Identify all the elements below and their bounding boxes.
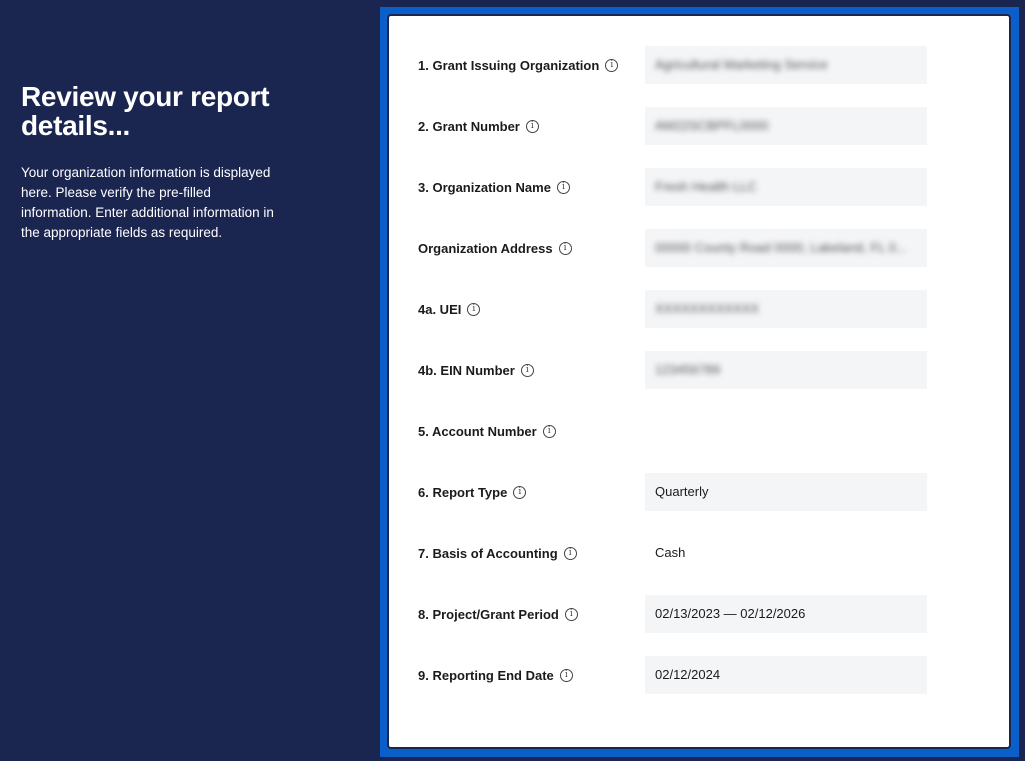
field-value: Cash bbox=[655, 545, 686, 560]
field-value: Quarterly bbox=[655, 484, 709, 499]
field-label: 4a. UEI bbox=[418, 302, 462, 317]
info-icon[interactable]: i bbox=[525, 120, 539, 133]
field-label: 2. Grant Number bbox=[418, 119, 520, 134]
field-value: 123456789 bbox=[655, 362, 721, 377]
field-label-wrap: 5. Account Number i bbox=[418, 424, 556, 439]
info-icon[interactable]: i bbox=[513, 486, 527, 499]
field-label-wrap: 4b. EIN Number i bbox=[418, 363, 534, 378]
field-label-wrap: 1. Grant Issuing Organization i bbox=[418, 58, 619, 73]
field-label-wrap: 7. Basis of Accounting i bbox=[418, 546, 577, 561]
field-row-report-type: 6. Report Type i Quarterly bbox=[389, 473, 1009, 513]
page-title: Review your report details... bbox=[21, 81, 270, 141]
field-label: Organization Address bbox=[418, 241, 553, 256]
info-icon[interactable]: i bbox=[564, 608, 578, 621]
account-number-field[interactable] bbox=[645, 412, 927, 450]
field-row-uei: 4a. UEI i XXXXXXXXXXXX bbox=[389, 290, 1009, 330]
info-icon[interactable]: i bbox=[605, 59, 619, 72]
field-label: 1. Grant Issuing Organization bbox=[418, 58, 600, 73]
field-label-wrap: Organization Address i bbox=[418, 241, 572, 256]
grant-issuing-organization-field[interactable]: Agricultural Marketing Service bbox=[645, 46, 927, 84]
field-label-wrap: 9. Reporting End Date i bbox=[418, 668, 573, 683]
grant-number-field[interactable]: AM22SCBPFL0000 bbox=[645, 107, 927, 145]
info-icon[interactable]: i bbox=[556, 181, 570, 194]
field-label-wrap: 3. Organization Name i bbox=[418, 180, 570, 195]
field-row-account-number: 5. Account Number i bbox=[389, 412, 1009, 452]
uei-field[interactable]: XXXXXXXXXXXX bbox=[645, 290, 927, 328]
field-row-ein-number: 4b. EIN Number i 123456789 bbox=[389, 351, 1009, 391]
field-label-wrap: 8. Project/Grant Period i bbox=[418, 607, 578, 622]
field-label: 7. Basis of Accounting bbox=[418, 546, 558, 561]
field-row-organization-name: 3. Organization Name i Fresh Health LLC bbox=[389, 168, 1009, 208]
reporting-end-date-field[interactable]: 02/12/2024 bbox=[645, 656, 927, 694]
field-value: Fresh Health LLC bbox=[655, 179, 757, 194]
info-icon[interactable]: i bbox=[559, 669, 573, 682]
field-label: 8. Project/Grant Period bbox=[418, 607, 559, 622]
field-row-reporting-end-date: 9. Reporting End Date i 02/12/2024 bbox=[389, 656, 1009, 696]
field-value: 02/13/2023 — 02/12/2026 bbox=[655, 606, 806, 621]
field-row-project-grant-period: 8. Project/Grant Period i 02/13/2023 — 0… bbox=[389, 595, 1009, 635]
info-icon[interactable]: i bbox=[558, 242, 572, 255]
field-value: 02/12/2024 bbox=[655, 667, 721, 682]
field-value: XXXXXXXXXXXX bbox=[655, 301, 760, 316]
ein-number-field[interactable]: 123456789 bbox=[645, 351, 927, 389]
info-icon[interactable]: i bbox=[563, 547, 577, 560]
info-icon[interactable]: i bbox=[520, 364, 534, 377]
field-value: 00000 County Road 0000, Lakeland, FL 0..… bbox=[655, 240, 907, 255]
basis-of-accounting-field[interactable]: Cash bbox=[645, 534, 927, 572]
field-label: 9. Reporting End Date bbox=[418, 668, 554, 683]
page-description: Your organization information is display… bbox=[21, 165, 274, 240]
report-details-card: 1. Grant Issuing Organization i Agricult… bbox=[387, 14, 1011, 749]
organization-address-field[interactable]: 00000 County Road 0000, Lakeland, FL 0..… bbox=[645, 229, 927, 267]
field-value: Agricultural Marketing Service bbox=[655, 57, 828, 72]
field-label: 4b. EIN Number bbox=[418, 363, 515, 378]
field-label: 3. Organization Name bbox=[418, 180, 551, 195]
field-row-grant-issuing-organization: 1. Grant Issuing Organization i Agricult… bbox=[389, 46, 1009, 86]
info-icon[interactable]: i bbox=[542, 425, 556, 438]
field-row-grant-number: 2. Grant Number i AM22SCBPFL0000 bbox=[389, 107, 1009, 147]
report-type-field[interactable]: Quarterly bbox=[645, 473, 927, 511]
project-grant-period-field[interactable]: 02/13/2023 — 02/12/2026 bbox=[645, 595, 927, 633]
field-value: AM22SCBPFL0000 bbox=[655, 118, 769, 133]
organization-name-field[interactable]: Fresh Health LLC bbox=[645, 168, 927, 206]
field-label-wrap: 4a. UEI i bbox=[418, 302, 481, 317]
field-row-organization-address: Organization Address i 00000 County Road… bbox=[389, 229, 1009, 269]
intro-panel: Review your report details... Your organ… bbox=[0, 0, 380, 761]
field-row-basis-of-accounting: 7. Basis of Accounting i Cash bbox=[389, 534, 1009, 574]
field-label-wrap: 6. Report Type i bbox=[418, 485, 527, 500]
info-icon[interactable]: i bbox=[467, 303, 481, 316]
field-label-wrap: 2. Grant Number i bbox=[418, 119, 539, 134]
field-label: 5. Account Number bbox=[418, 424, 537, 439]
field-label: 6. Report Type bbox=[418, 485, 508, 500]
